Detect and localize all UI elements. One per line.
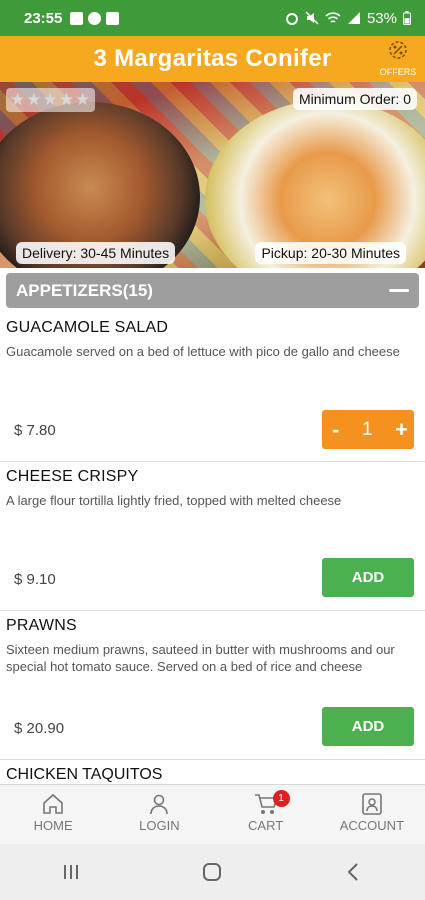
item-price: $ 7.80 <box>14 422 56 439</box>
item-description: Guacamole served on a bed of lettuce wit… <box>6 344 400 359</box>
delivery-time-pill: Delivery: 30-45 Minutes <box>16 242 176 264</box>
mute-icon <box>305 11 319 25</box>
home-system-icon[interactable] <box>201 861 223 883</box>
item-price: $ 9.10 <box>14 571 56 588</box>
nav-account-label: ACCOUNT <box>339 818 405 833</box>
status-right: 53% <box>285 10 411 27</box>
rating-stars: ★★★★★ <box>6 88 96 112</box>
add-button[interactable]: ADD <box>322 558 414 597</box>
nav-home[interactable]: HOME <box>0 785 106 844</box>
partial-item-name: CHICKEN TAQUITOS <box>6 766 163 783</box>
min-order-label: Minimum Order: <box>298 91 400 107</box>
item-name: CHEESE CRISPY <box>6 468 139 485</box>
user-icon <box>150 794 169 815</box>
pickup-value: 20-30 Minutes <box>311 245 400 261</box>
alarm-icon <box>285 13 298 25</box>
whatsapp-icon <box>88 11 102 25</box>
home-icon <box>43 793 63 814</box>
item-description: A large flour tortilla lightly fried, to… <box>6 493 342 508</box>
restaurant-banner: ★★★★★ Minimum Order: 0 Delivery: 30-45 M… <box>0 82 425 268</box>
offers-button[interactable]: OFFERS <box>377 39 419 77</box>
collapse-icon[interactable] <box>389 289 409 292</box>
pickup-label: Pickup: <box>261 245 308 261</box>
item-price: $ 20.90 <box>14 720 65 737</box>
menu-item: GUACAMOLE SALAD Guacamole served on a be… <box>0 313 425 462</box>
nav-cart[interactable]: 1 CART <box>213 785 319 844</box>
menu-item-list: GUACAMOLE SALAD Guacamole served on a be… <box>0 313 425 760</box>
nav-account[interactable]: ACCOUNT <box>319 785 425 844</box>
increment-button[interactable]: + <box>395 418 408 441</box>
app-header: 3 Margaritas Conifer OFFERS <box>0 36 425 82</box>
quantity-value: 1 <box>361 418 373 440</box>
restaurant-title: 3 Margaritas Conifer <box>93 45 332 72</box>
recent-apps-icon[interactable] <box>60 862 82 882</box>
system-navigation-bar <box>0 844 425 900</box>
delivery-label: Delivery: <box>22 245 77 261</box>
nav-login[interactable]: LOGIN <box>106 785 212 844</box>
bottom-navigation: HOME LOGIN 1 CART ACCOUNT <box>0 784 425 844</box>
item-description: Sixteen medium prawns, sauteed in butter… <box>6 642 395 674</box>
menu-item: CHEESE CRISPY A large flour tortilla lig… <box>0 462 425 611</box>
decrement-button[interactable]: - <box>332 418 339 441</box>
add-button[interactable]: ADD <box>322 707 414 746</box>
offers-badge-icon <box>389 41 407 59</box>
item-name: PRAWNS <box>6 617 77 634</box>
check-icon <box>106 11 120 25</box>
minimum-order-pill: Minimum Order: 0 <box>292 88 417 110</box>
back-icon[interactable] <box>343 861 365 883</box>
battery-percent: 53% <box>366 9 397 27</box>
item-name: GUACAMOLE SALAD <box>6 319 169 336</box>
status-time: 23:55 <box>24 9 63 27</box>
quantity-stepper: - 1 + <box>322 410 414 449</box>
signal-icon <box>347 12 360 24</box>
account-icon <box>362 793 382 815</box>
nav-login-label: LOGIN <box>139 818 180 833</box>
menu-item: PRAWNS Sixteen medium prawns, sauteed in… <box>0 611 425 760</box>
pickup-time-pill: Pickup: 20-30 Minutes <box>255 242 406 264</box>
category-title: APPETIZERS(15) <box>16 280 153 300</box>
status-bar: 23:55 53% <box>0 0 425 36</box>
wifi-icon <box>325 12 341 23</box>
nav-cart-label: CART <box>248 818 284 833</box>
nav-home-label: HOME <box>33 818 73 833</box>
cart-count-badge: 1 <box>272 790 290 807</box>
offers-label: OFFERS <box>379 67 417 77</box>
notification-icons <box>70 11 120 25</box>
battery-icon <box>403 11 411 25</box>
gallery-icon <box>70 11 84 25</box>
delivery-value: 30-45 Minutes <box>80 245 170 261</box>
category-header-appetizers[interactable]: APPETIZERS(15) <box>6 273 419 308</box>
min-order-value: 0 <box>403 91 411 107</box>
